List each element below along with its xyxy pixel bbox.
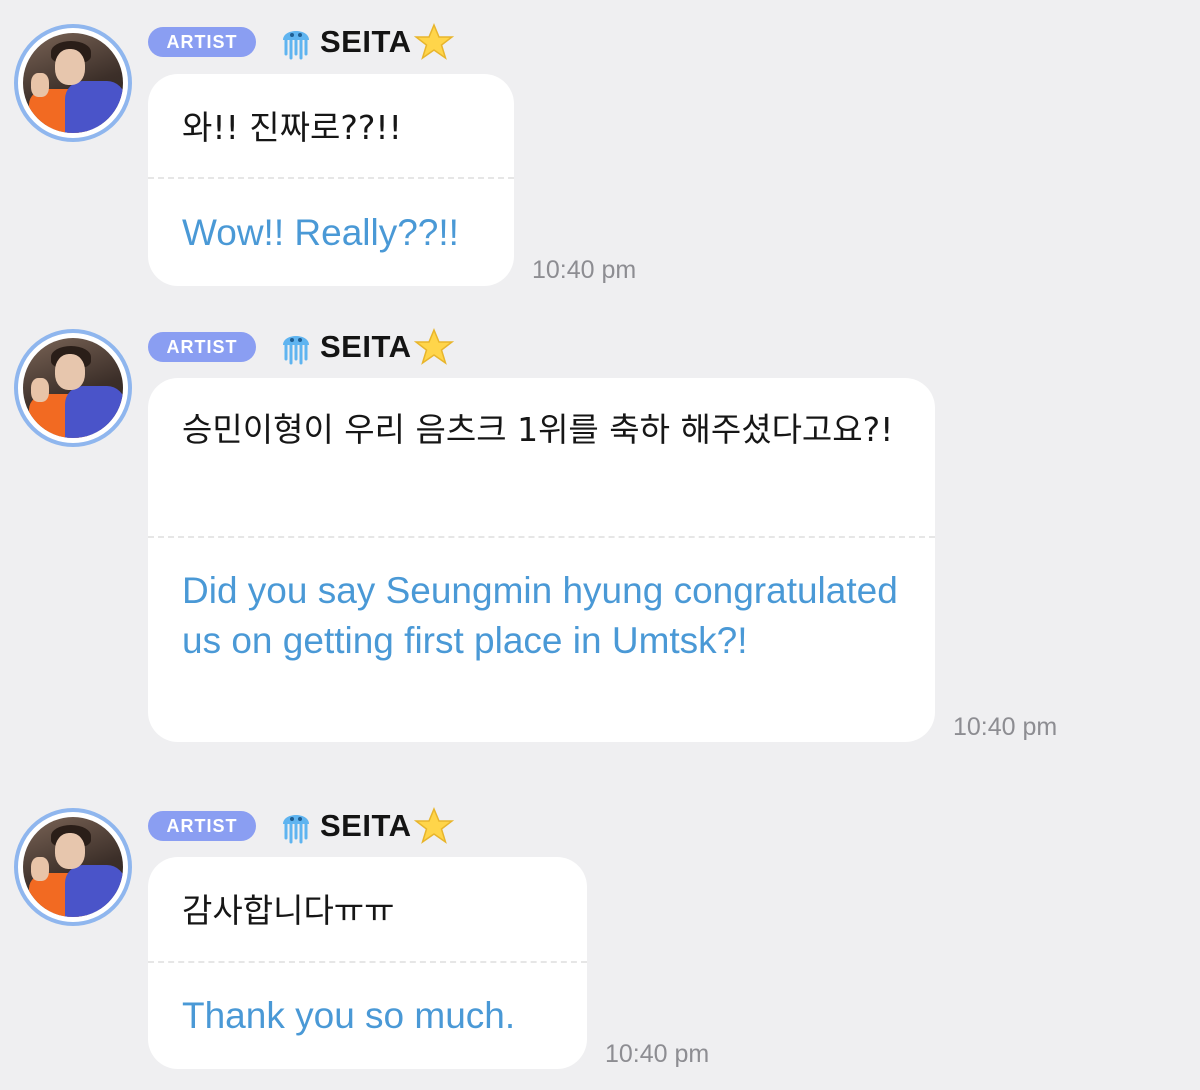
chat-thread: ARTIST SEITA 와!! 진짜로??!! Wow!! Really??!… <box>0 0 1200 1090</box>
message-header: ARTIST SEITA <box>148 807 454 844</box>
avatar[interactable] <box>14 24 132 142</box>
message-text-korean: 와!! 진짜로??!! <box>182 108 402 147</box>
jellyfish-icon <box>283 31 309 60</box>
sender-name: SEITA <box>320 808 412 843</box>
jellyfish-icon <box>283 336 309 365</box>
message-translation: Did you say Seungmin hyung congratulated… <box>182 570 898 661</box>
message-timestamp: 10:40 pm <box>532 256 637 284</box>
message-header: ARTIST SEITA <box>148 23 454 60</box>
star-icon <box>413 807 454 844</box>
artist-badge: ARTIST <box>148 332 256 362</box>
translation-divider <box>148 961 587 963</box>
message-bubble[interactable]: 감사합니다ㅠㅠ Thank you so much. <box>148 857 587 1069</box>
message-timestamp: 10:40 pm <box>605 1040 710 1068</box>
avatar[interactable] <box>14 808 132 926</box>
artist-badge: ARTIST <box>148 27 256 57</box>
star-icon <box>413 23 454 60</box>
translation-divider <box>148 536 935 538</box>
message-translation: Wow!! Really??!! <box>182 212 459 253</box>
message-text-korean: 승민이형이 우리 음츠크 1위를 축하 해주셨다고요?! <box>182 410 894 449</box>
message-text-korean: 감사합니다ㅠㅠ <box>182 891 395 930</box>
sender-name: SEITA <box>320 329 412 364</box>
translation-divider <box>148 177 514 179</box>
star-icon <box>413 328 454 365</box>
message-translation: Thank you so much. <box>182 995 516 1036</box>
jellyfish-icon <box>283 815 309 844</box>
message-bubble[interactable]: 와!! 진짜로??!! Wow!! Really??!! <box>148 74 514 286</box>
message-header: ARTIST SEITA <box>148 328 454 365</box>
message-timestamp: 10:40 pm <box>953 713 1058 741</box>
artist-badge: ARTIST <box>148 811 256 841</box>
message-bubble[interactable]: 승민이형이 우리 음츠크 1위를 축하 해주셨다고요?! Did you say… <box>148 378 935 742</box>
sender-name: SEITA <box>320 24 412 59</box>
avatar[interactable] <box>14 329 132 447</box>
